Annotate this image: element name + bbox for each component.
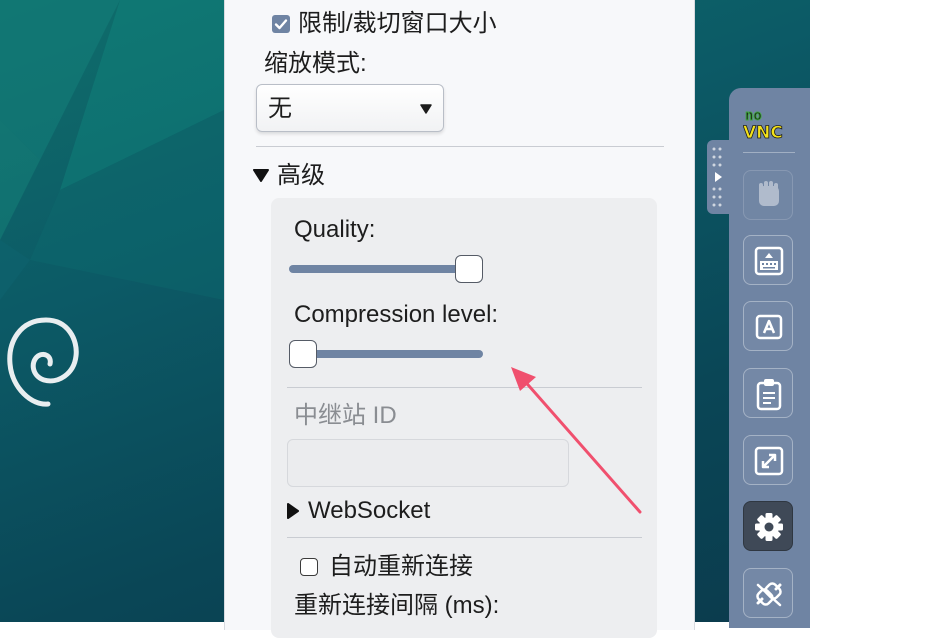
dropdown-caret-icon [420,104,432,114]
clipboard-button[interactable] [743,368,793,418]
expanded-triangle-icon[interactable] [253,167,269,183]
logo-line-1: no [745,108,762,124]
drag-hand-icon [759,181,779,206]
scaling-mode-select[interactable]: 无 [256,84,444,132]
control-bar-handle[interactable] [707,140,729,214]
show-keyboard-button[interactable] [743,235,793,285]
fullscreen-button[interactable] [743,435,793,485]
extra-keys-icon [755,314,783,340]
compression-slider-thumb[interactable] [289,340,317,368]
quality-slider-track[interactable] [289,265,483,273]
clip-window-label: 限制/裁切窗口大小 [298,10,497,37]
novnc-logo: no VNC [743,108,783,141]
websocket-section-toggle[interactable]: WebSocket [308,497,430,525]
quality-slider-thumb[interactable] [455,255,483,283]
disconnect-button[interactable] [743,568,793,618]
clip-window-checkbox[interactable] [272,15,290,33]
settings-gear-icon [755,513,783,541]
divider [256,146,664,147]
fullscreen-icon [754,446,784,476]
repeater-id-input[interactable] [287,439,569,487]
compression-level-label: Compression level: [294,301,499,328]
keyboard-icon [754,246,784,276]
auto-reconnect-checkbox[interactable] [300,558,318,576]
repeater-id-label: 中继站 ID [294,402,397,429]
advanced-section-toggle[interactable]: 高级 [277,162,325,190]
divider [287,387,642,388]
drag-viewport-button[interactable] [743,170,793,220]
novnc-control-bar: no VNC [729,88,810,628]
grip-dots-icon [712,147,722,207]
scaling-mode-value: 无 [268,95,292,122]
wallpaper-facets [0,0,224,300]
clipboard-icon [756,379,782,411]
disconnect-icon [756,582,782,607]
compression-slider-track[interactable] [289,350,483,358]
divider [287,537,642,538]
extra-keys-button[interactable] [743,301,793,351]
scaling-mode-label: 缩放模式: [264,50,367,77]
auto-reconnect-label: 自动重新连接 [329,553,473,580]
checkmark-icon [274,19,288,30]
reconnect-delay-label: 重新连接间隔 (ms): [294,592,500,619]
debian-swirl-logo [7,317,79,407]
quality-label: Quality: [294,216,376,243]
collapsed-triangle-icon[interactable] [286,503,300,519]
toolbar-separator [743,152,795,153]
logo-line-2: VNC [743,123,783,140]
settings-button[interactable] [743,501,793,551]
